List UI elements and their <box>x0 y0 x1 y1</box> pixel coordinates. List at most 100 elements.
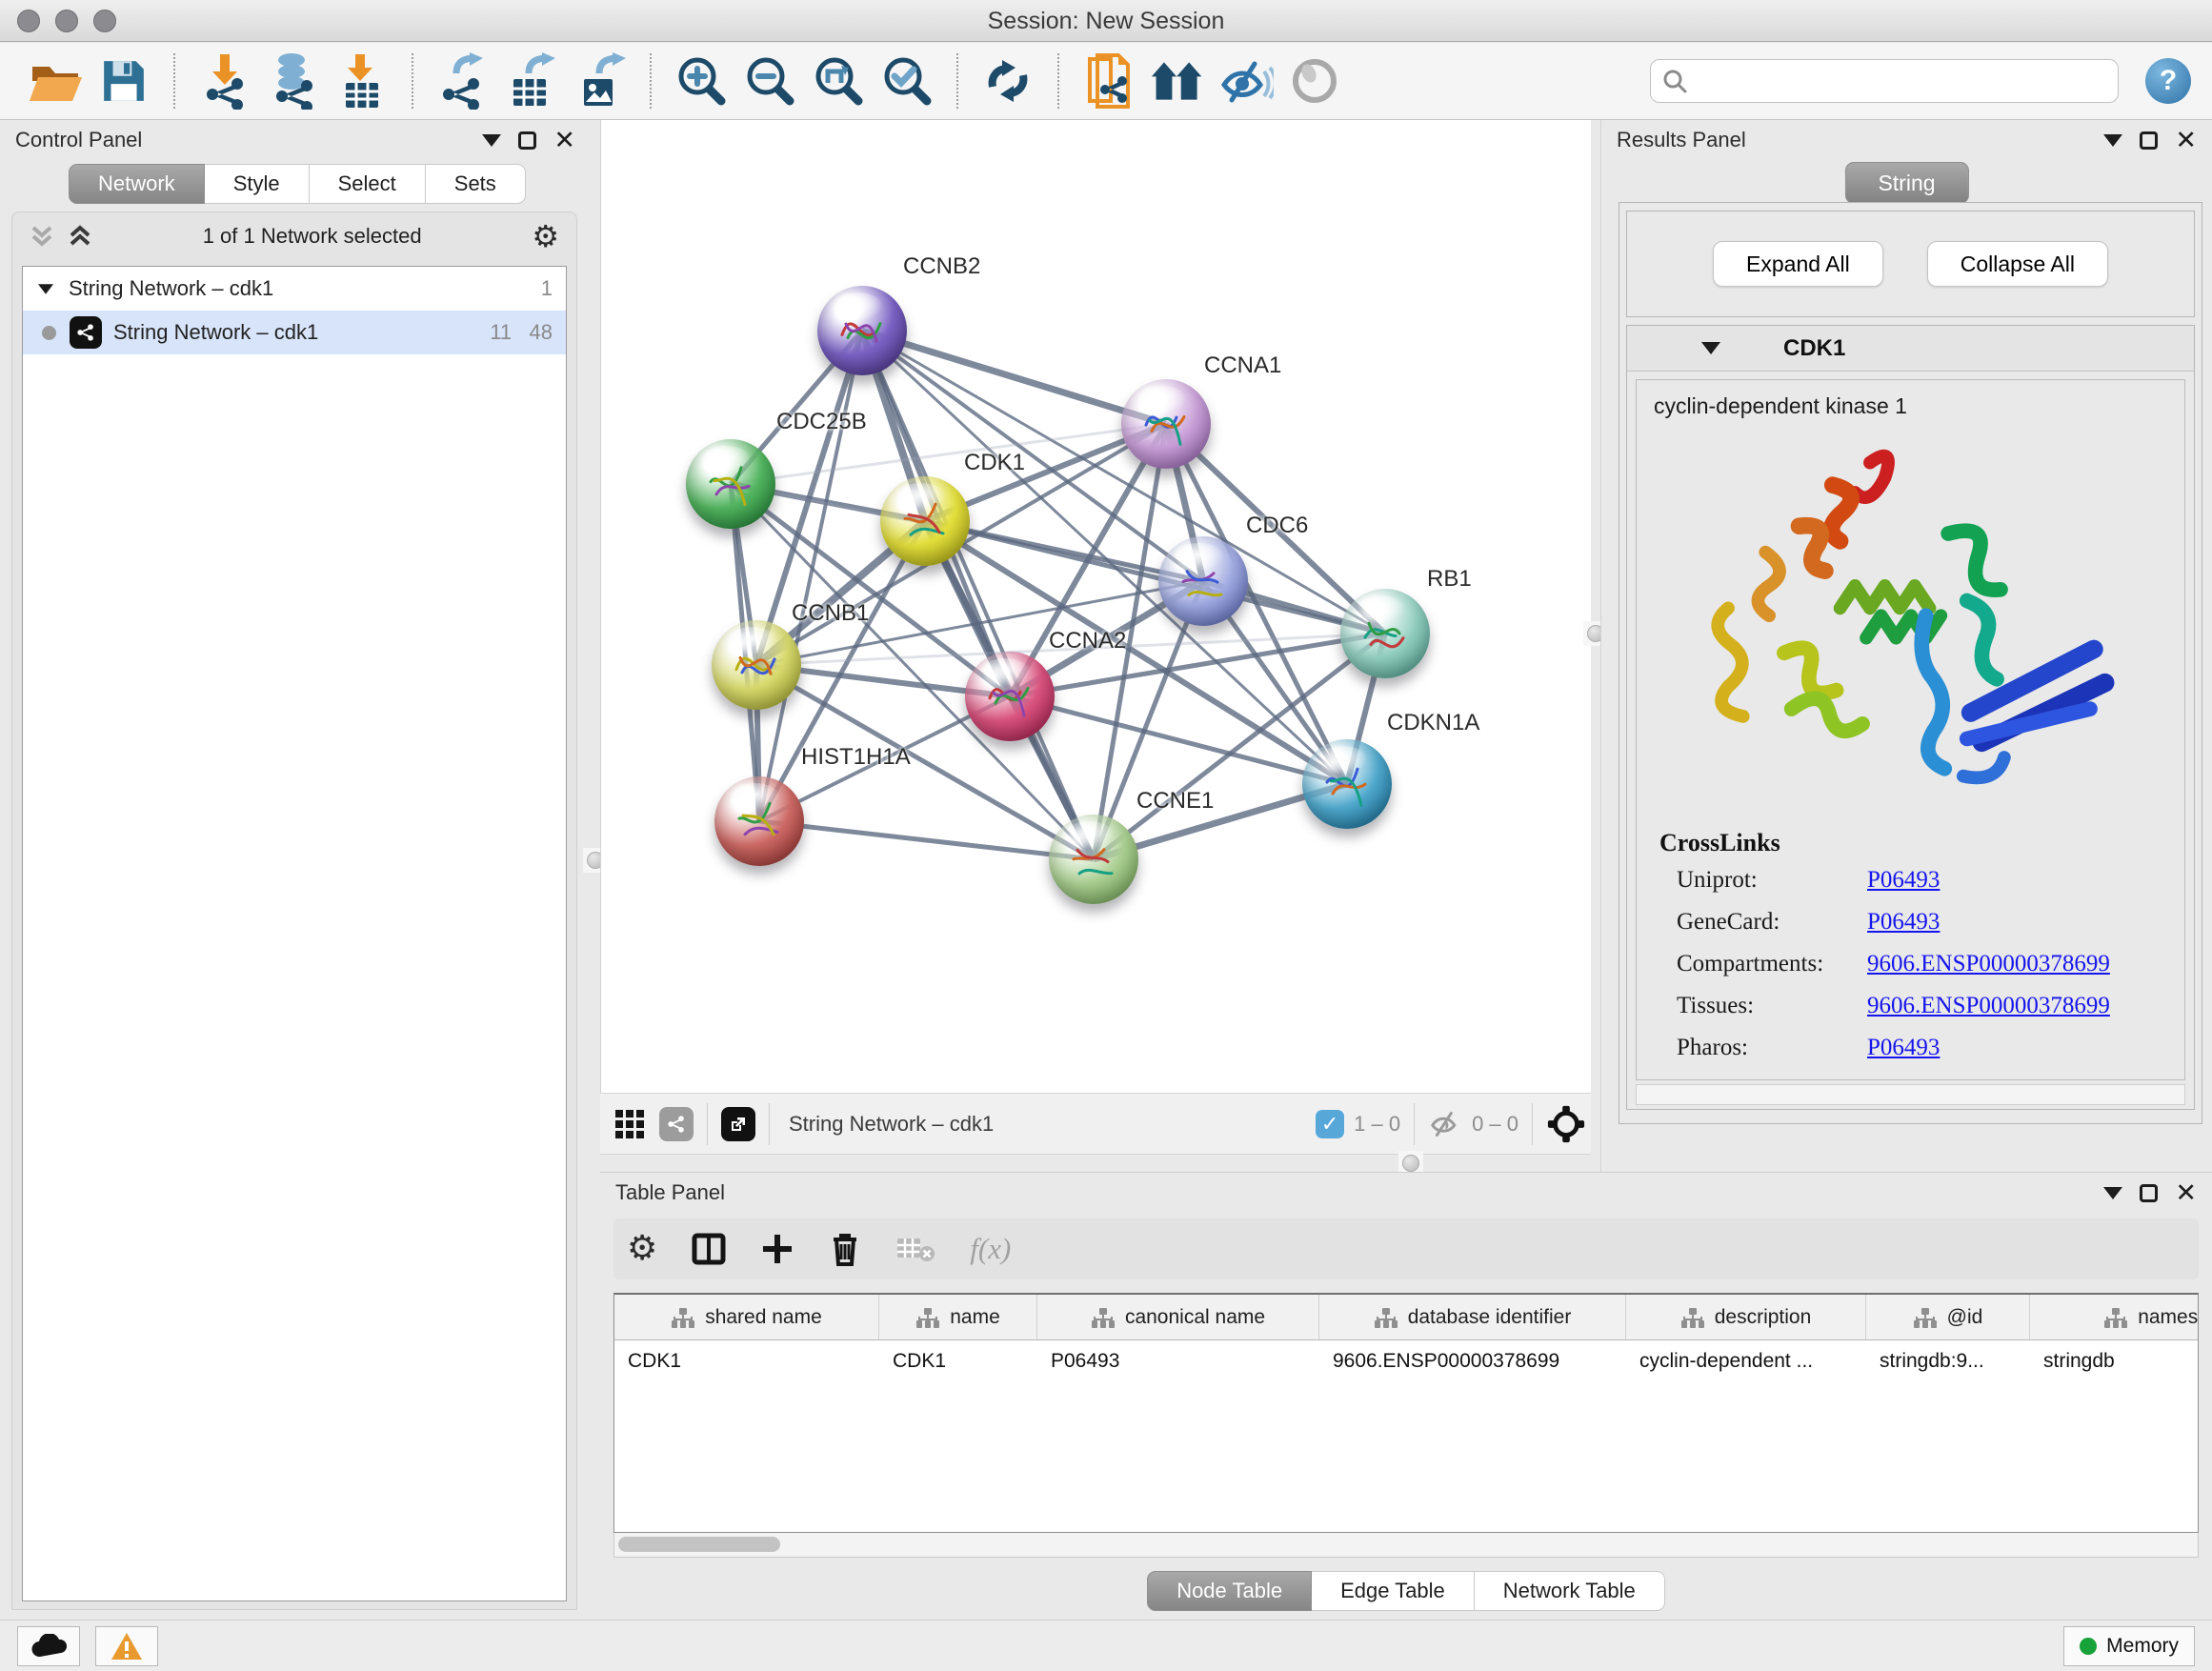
network-node-cdc25b[interactable] <box>686 439 775 529</box>
expand-all-button[interactable]: Expand All <box>1713 241 1883 287</box>
network-options-gear-icon[interactable]: ⚙ <box>532 221 559 252</box>
column-header[interactable]: description <box>1626 1295 1866 1339</box>
detach-view-icon[interactable] <box>721 1107 755 1141</box>
network-collection-row[interactable]: String Network – cdk1 1 <box>23 267 566 311</box>
collapse-all-button[interactable]: Collapse All <box>1927 241 2108 287</box>
protein-thumbnail <box>1066 834 1121 887</box>
crosslink-link[interactable]: 9606.ENSP00000378699 <box>1867 951 2110 977</box>
tab-style[interactable]: Style <box>205 164 310 204</box>
network-node-ccna2[interactable] <box>965 652 1055 741</box>
node-label-cdkn1a: CDKN1A <box>1387 710 1479 736</box>
import-network-from-file-button[interactable] <box>197 52 252 110</box>
column-header[interactable]: shared name <box>614 1295 879 1339</box>
zoom-out-button[interactable] <box>742 52 797 110</box>
close-panel-icon[interactable]: ✕ <box>2175 128 2197 153</box>
table-cell[interactable]: CDK1 <box>879 1350 1037 1373</box>
search-field[interactable] <box>1650 59 2119 103</box>
network-node-ccna1[interactable] <box>1121 379 1211 469</box>
column-header[interactable]: canonical name <box>1037 1295 1319 1339</box>
network-node-rb1[interactable] <box>1340 589 1430 678</box>
column-header[interactable]: name <box>879 1295 1037 1339</box>
table-cell[interactable]: stringdb:9... <box>1866 1350 2030 1373</box>
refresh-button[interactable] <box>980 52 1036 110</box>
table-cell[interactable]: P06493 <box>1037 1350 1319 1373</box>
crosslink-link[interactable]: P06493 <box>1867 909 1940 936</box>
save-session-button[interactable] <box>96 52 151 110</box>
collapse-all-icon[interactable] <box>30 224 54 249</box>
network-node-ccnb1[interactable] <box>712 620 801 710</box>
share-document-button[interactable] <box>1081 52 1136 110</box>
crosslink-link[interactable]: P06493 <box>1867 1035 1940 1061</box>
home-button[interactable] <box>1150 52 1205 110</box>
network-node-hist1h1a[interactable] <box>714 776 804 866</box>
help-button[interactable]: ? <box>2145 58 2191 104</box>
tab-network[interactable]: Network <box>69 164 205 204</box>
zoom-selected-button[interactable] <box>879 52 935 110</box>
table-cell[interactable]: 9606.ENSP00000378699 <box>1319 1350 1626 1373</box>
crosslink-link[interactable]: P06493 <box>1867 867 1940 894</box>
import-table-from-file-button[interactable] <box>334 52 390 110</box>
protein-thumbnail <box>1357 608 1413 661</box>
tab-select[interactable]: Select <box>310 164 426 204</box>
tab-sets[interactable]: Sets <box>426 164 526 204</box>
warnings-button[interactable] <box>95 1626 158 1666</box>
network-canvas[interactable]: CCNB2 CCNA1 CDC25B CDK1 CDC6 RB1 CCNB1 <box>600 120 1600 1093</box>
app-window: Session: New Session <box>0 0 2212 1671</box>
add-column-icon[interactable] <box>760 1232 794 1266</box>
cloud-icon <box>30 1634 67 1659</box>
grid-view-icon[interactable] <box>613 1108 646 1140</box>
results-scrollbar[interactable] <box>1636 1084 2185 1105</box>
column-header[interactable]: @id <box>1866 1295 2030 1339</box>
table-cell[interactable]: CDK1 <box>614 1350 879 1373</box>
zoom-fit-button[interactable] <box>811 52 866 110</box>
open-session-button[interactable] <box>28 52 83 110</box>
string-view-icon[interactable] <box>659 1107 694 1141</box>
delete-column-icon[interactable] <box>829 1231 861 1267</box>
network-row-selected[interactable]: String Network – cdk1 11 48 <box>23 311 566 354</box>
tab-string[interactable]: String <box>1844 162 1968 204</box>
panel-menu-icon[interactable] <box>482 134 501 147</box>
table-options-gear-icon[interactable]: ⚙ <box>627 1232 657 1266</box>
show-graphics-details-button[interactable] <box>1287 52 1342 110</box>
column-header[interactable]: namespace <box>2030 1295 2199 1339</box>
entry-header[interactable]: CDK1 <box>1627 326 2194 372</box>
network-node-cdc6[interactable] <box>1158 536 1248 626</box>
close-panel-icon[interactable]: ✕ <box>553 128 575 153</box>
network-node-ccnb2[interactable] <box>817 286 907 375</box>
column-header[interactable]: database identifier <box>1319 1295 1626 1339</box>
birdseye-toggle-icon[interactable] <box>1546 1104 1586 1144</box>
table-horizontal-scrollbar[interactable] <box>613 1533 2199 1558</box>
table-row[interactable]: CDK1CDK1P064939606.ENSP00000378699cyclin… <box>614 1340 2198 1382</box>
crosslink-link[interactable]: 9606.ENSP00000378699 <box>1867 993 2110 1019</box>
show-columns-icon[interactable] <box>692 1232 726 1266</box>
memory-button[interactable]: Memory <box>2063 1626 2195 1666</box>
network-node-cdk1[interactable] <box>880 476 970 566</box>
export-network-button[interactable] <box>435 52 491 110</box>
tab-edge-table[interactable]: Edge Table <box>1312 1571 1475 1611</box>
table-cell[interactable]: stringdb <box>2030 1350 2199 1373</box>
expand-all-icon[interactable] <box>68 224 92 249</box>
tab-node-table[interactable]: Node Table <box>1147 1571 1312 1611</box>
network-node-cdkn1a[interactable] <box>1302 739 1392 829</box>
network-node-ccne1[interactable] <box>1049 815 1138 904</box>
float-panel-icon[interactable] <box>2140 1184 2158 1202</box>
float-panel-icon[interactable] <box>518 131 536 150</box>
panel-menu-icon[interactable] <box>2103 134 2122 147</box>
entry-expander-icon[interactable] <box>1701 342 1720 354</box>
import-network-from-database-button[interactable] <box>266 52 321 110</box>
cloud-status-button[interactable] <box>17 1626 80 1666</box>
panel-menu-icon[interactable] <box>2103 1187 2122 1199</box>
collection-expander-icon[interactable] <box>38 284 53 293</box>
search-input[interactable] <box>1695 69 2106 93</box>
right-splitter[interactable] <box>1591 120 1600 1155</box>
tab-network-table[interactable]: Network Table <box>1475 1571 1665 1611</box>
export-table-button[interactable] <box>504 52 559 110</box>
selected-checkbox-icon[interactable]: ✓ <box>1316 1110 1344 1138</box>
hide-graphics-details-button[interactable] <box>1218 52 1274 110</box>
export-image-button[interactable] <box>573 52 628 110</box>
table-cell[interactable]: cyclin-dependent ... <box>1626 1350 1866 1373</box>
zoom-in-button[interactable] <box>674 52 729 110</box>
float-panel-icon[interactable] <box>2140 131 2158 150</box>
left-splitter[interactable] <box>591 120 600 1620</box>
close-panel-icon[interactable]: ✕ <box>2175 1180 2197 1206</box>
